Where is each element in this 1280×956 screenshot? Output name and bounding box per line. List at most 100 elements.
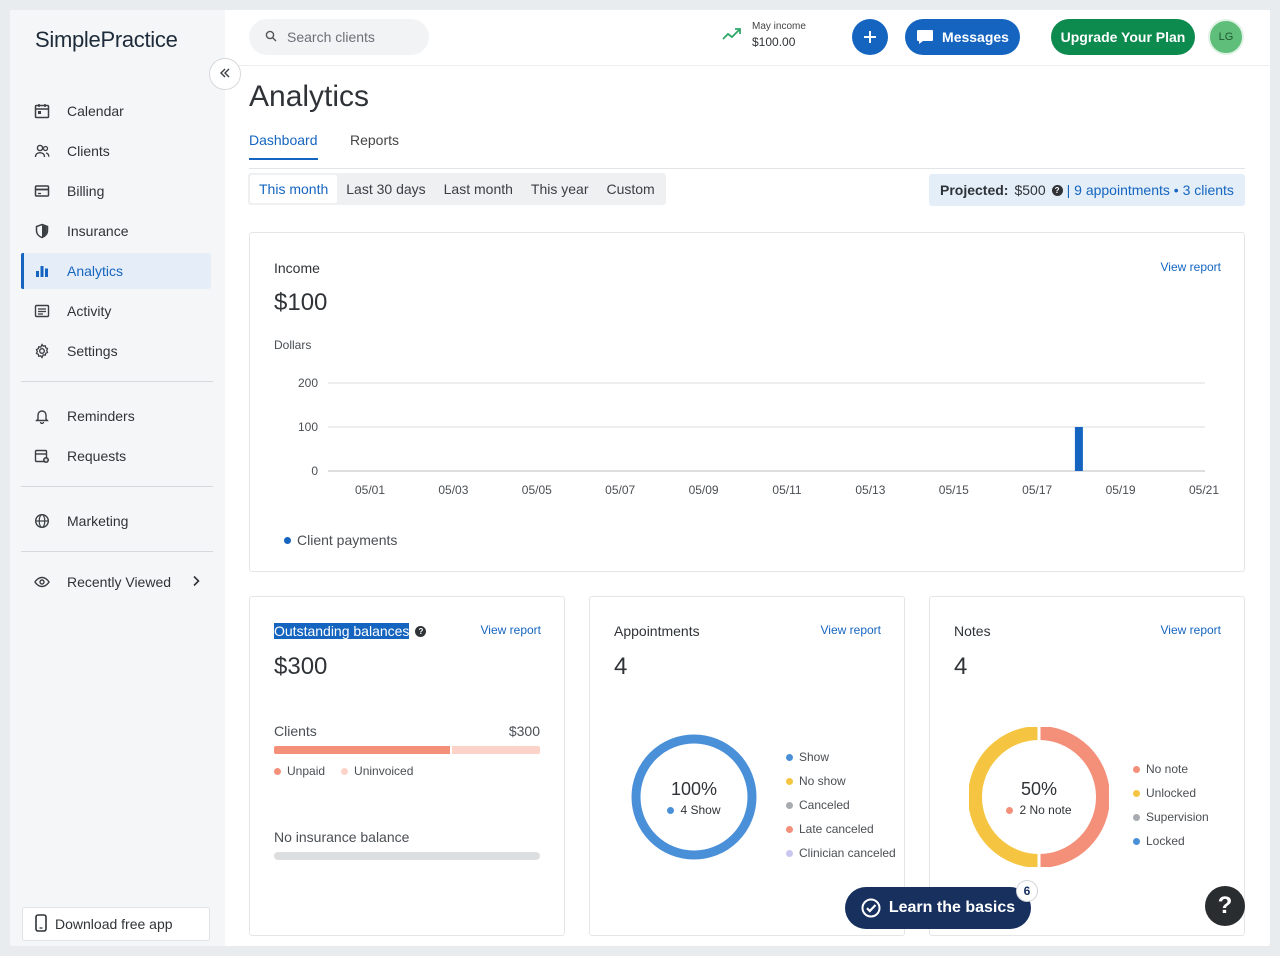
- projected-value: $500: [1014, 182, 1046, 198]
- legend-label: Locked: [1146, 834, 1185, 848]
- outstanding-total: $300: [274, 653, 328, 680]
- card-title: Income: [274, 260, 320, 276]
- x-tick-label: 05/11: [772, 483, 801, 497]
- messages-button[interactable]: Messages: [905, 19, 1020, 55]
- view-report-link[interactable]: View report: [821, 623, 881, 637]
- range-last-month[interactable]: Last month: [435, 175, 522, 203]
- create-new-button[interactable]: [852, 19, 888, 55]
- bar-chart-icon: [33, 262, 51, 280]
- legend-dot: [667, 806, 675, 814]
- sidebar-item-analytics[interactable]: Analytics: [21, 253, 211, 289]
- legend-label: Clinician canceled: [799, 846, 896, 860]
- search-box[interactable]: [249, 19, 429, 55]
- income-card: Income View report $100 Dollars 0 100 200 0…: [249, 232, 1245, 572]
- legend-dot: [1133, 837, 1140, 845]
- legend-item: No note: [1133, 757, 1233, 781]
- sidebar-item-label: Clients: [67, 143, 110, 159]
- page-title: Analytics: [249, 80, 370, 113]
- legend-item: No show: [786, 769, 896, 793]
- eye-icon: [33, 573, 51, 591]
- sidebar-item-settings[interactable]: Settings: [21, 333, 211, 369]
- app-window: SimplePractice Calendar Clients Billing …: [10, 10, 1270, 946]
- sidebar-item-label: Marketing: [67, 513, 129, 529]
- chevron-right-icon: [191, 574, 201, 590]
- sidebar-item-activity[interactable]: Activity: [21, 293, 211, 329]
- y-tick-label: 0: [311, 464, 318, 478]
- legend-dot: [786, 753, 793, 761]
- collapse-sidebar-button[interactable]: [209, 58, 241, 90]
- sidebar-item-label: Reminders: [67, 408, 135, 424]
- top-bar: May income $100.00 Messages Upgrade Your…: [225, 10, 1270, 66]
- unpaid-fill: [274, 746, 453, 754]
- legend-item: Unlocked: [1133, 781, 1233, 805]
- sidebar-divider: [21, 486, 213, 487]
- avatar[interactable]: LG: [1208, 19, 1244, 55]
- double-chevron-left-icon: [219, 66, 231, 82]
- view-report-link[interactable]: View report: [481, 623, 541, 637]
- learn-basics-button[interactable]: Learn the basics: [845, 887, 1031, 929]
- learn-basics-label: Learn the basics: [888, 899, 1016, 916]
- x-tick-label: 05/15: [939, 483, 969, 497]
- x-tick-label: 05/09: [689, 483, 719, 497]
- outstanding-balances-card: Outstanding balances ? View report $300 …: [249, 596, 565, 936]
- balance-legend: Unpaid Uninvoiced: [274, 764, 413, 778]
- sidebar-item-requests[interactable]: Requests: [21, 438, 211, 474]
- view-report-link[interactable]: View report: [1161, 260, 1221, 274]
- globe-icon: [33, 512, 51, 530]
- projected-detail: | 9 appointments • 3 clients: [1066, 182, 1234, 198]
- chart-bar[interactable]: [1074, 427, 1083, 471]
- legend-label: No show: [799, 774, 846, 788]
- range-custom[interactable]: Custom: [597, 175, 663, 203]
- logo[interactable]: SimplePractice: [35, 27, 178, 53]
- legend-label: Unlocked: [1146, 786, 1197, 800]
- sidebar-item-reminders[interactable]: Reminders: [21, 398, 211, 434]
- projected-banner: Projected: $500 ? | 9 appointments • 3 c…: [929, 174, 1245, 206]
- legend-label: Late canceled: [799, 822, 874, 836]
- sidebar-item-insurance[interactable]: Insurance: [21, 213, 211, 249]
- range-last-30-days[interactable]: Last 30 days: [337, 175, 434, 203]
- notes-card: Notes View report 4 50% 2 No note No not…: [929, 596, 1245, 936]
- legend-label: Client payments: [297, 532, 398, 548]
- legend-dot: [274, 767, 281, 775]
- x-tick-label: 05/17: [1022, 483, 1052, 497]
- sidebar-item-calendar[interactable]: Calendar: [21, 93, 211, 129]
- view-report-link[interactable]: View report: [1161, 623, 1221, 637]
- legend-item: Canceled: [786, 793, 896, 817]
- sidebar-item-marketing[interactable]: Marketing: [21, 503, 211, 539]
- legend-dot: [1133, 789, 1140, 797]
- download-app-button[interactable]: Download free app: [22, 907, 210, 941]
- plus-icon: [863, 24, 877, 50]
- x-tick-label: 05/03: [438, 483, 468, 497]
- legend-dot: [1133, 813, 1140, 821]
- donut-sub: 2 No note: [969, 803, 1109, 817]
- legend-dot: [786, 777, 793, 785]
- tab-reports[interactable]: Reports: [350, 132, 399, 158]
- calendar-request-icon: [33, 447, 51, 465]
- notes-legend: No note Unlocked Supervision Locked: [1133, 757, 1233, 853]
- legend-label: Show: [799, 750, 830, 764]
- help-icon[interactable]: ?: [415, 625, 427, 637]
- sidebar-item-label: Recently Viewed: [67, 574, 172, 590]
- legend-label: Unpaid: [287, 764, 326, 778]
- month-income[interactable]: May income $100.00: [722, 21, 806, 49]
- donut-sub-label: 4 Show: [680, 803, 721, 817]
- upgrade-plan-button[interactable]: Upgrade Your Plan: [1051, 19, 1195, 55]
- range-this-year[interactable]: This year: [522, 175, 598, 203]
- tab-dashboard[interactable]: Dashboard: [249, 132, 318, 160]
- x-tick-label: 05/21: [1189, 483, 1219, 497]
- help-button[interactable]: ?: [1205, 886, 1245, 926]
- legend-dot: [786, 825, 793, 833]
- x-tick-label: 05/13: [855, 483, 885, 497]
- appointments-card: Appointments View report 4 100% 4 Show S…: [589, 596, 905, 936]
- donut-sub: 4 Show: [624, 803, 764, 817]
- sidebar-item-label: Calendar: [67, 103, 124, 119]
- sidebar-item-billing[interactable]: Billing: [21, 173, 211, 209]
- range-this-month[interactable]: This month: [250, 175, 338, 203]
- search-input[interactable]: [287, 29, 417, 45]
- insurance-bar: [274, 852, 540, 860]
- help-icon[interactable]: ?: [1051, 184, 1063, 196]
- card-title-row: Outstanding balances ?: [274, 623, 430, 639]
- sidebar-item-clients[interactable]: Clients: [21, 133, 211, 169]
- legend-dot: [786, 849, 793, 857]
- sidebar-item-recently-viewed[interactable]: Recently Viewed: [21, 564, 211, 600]
